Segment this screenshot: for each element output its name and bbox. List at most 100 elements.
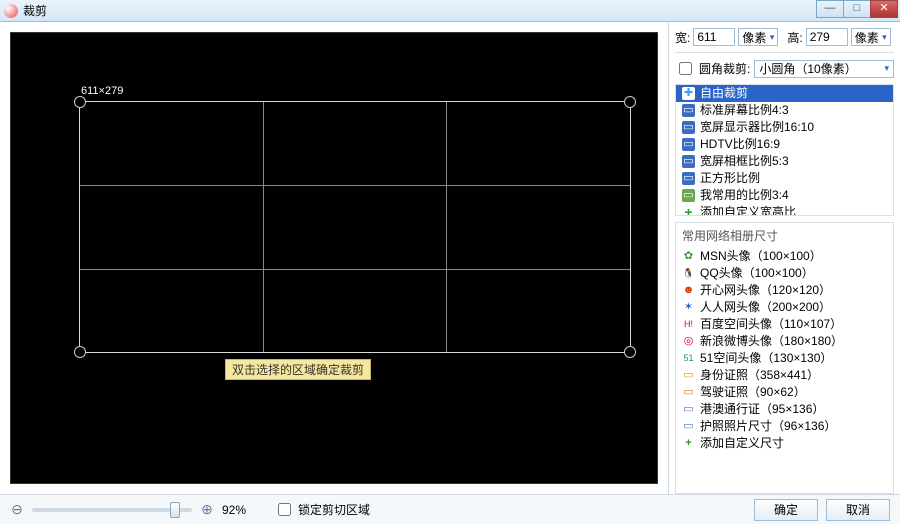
ratio-item[interactable]: ▭ 宽屏显示器比例16:10 bbox=[676, 119, 893, 136]
ratio-item[interactable]: ▭正方形比例 bbox=[676, 170, 893, 187]
ratio-item-label: HDTV比例16:9 bbox=[700, 137, 780, 152]
preset-item-label: 护照照片尺寸（96×136） bbox=[700, 419, 836, 434]
ratio-item-label: 标准屏幕比例4:3 bbox=[700, 103, 789, 118]
crop-handle-bl[interactable] bbox=[74, 346, 86, 358]
preset-item[interactable]: 51 51空间头像（130×130） bbox=[676, 350, 893, 367]
preset-icon: 🐧 bbox=[682, 267, 695, 280]
close-button[interactable]: ✕ bbox=[870, 0, 898, 18]
preset-item-label: 51空间头像（130×130） bbox=[700, 351, 832, 366]
preset-item[interactable]: ▭ 驾驶证照（90×62） bbox=[676, 384, 893, 401]
plus-icon: + bbox=[682, 437, 695, 450]
crop-rectangle[interactable] bbox=[79, 101, 631, 353]
preset-item[interactable]: ▭ 身份证照（358×441） bbox=[676, 367, 893, 384]
titlebar: 裁剪 — □ ✕ bbox=[0, 0, 900, 22]
ratio-item-label: 我常用的比例3:4 bbox=[700, 188, 789, 203]
canvas-area: 611×279 双击选择的区域确定裁剪 bbox=[0, 22, 668, 494]
ratio-icon: ✚ bbox=[682, 87, 695, 100]
aspect-ratio-list: ✚自由裁剪▭标准屏幕比例4:3▭宽屏显示器比例16:10▭HDTV比例16:9▭… bbox=[675, 84, 894, 216]
height-label: 高: bbox=[787, 29, 802, 46]
image-canvas[interactable]: 611×279 双击选择的区域确定裁剪 bbox=[10, 32, 658, 484]
preset-icon: 51 bbox=[682, 352, 695, 365]
zoom-percent-label: 92% bbox=[222, 503, 246, 517]
preset-size-list: 常用网络相册尺寸 ✿ MSN头像（100×100） 🐧 QQ头像（100×100） ☻ 开… bbox=[675, 222, 894, 494]
preset-icon: ▭ bbox=[682, 369, 695, 382]
round-corner-checkbox[interactable] bbox=[679, 62, 692, 75]
dimension-row: 宽: 像素▾ 高: 像素▾ bbox=[675, 28, 894, 46]
preset-item[interactable]: ▭ 护照照片尺寸（96×136） bbox=[676, 418, 893, 435]
crop-handle-tr[interactable] bbox=[624, 96, 636, 108]
preset-item-label: 人人网头像（200×200） bbox=[700, 300, 831, 315]
ratio-icon: ▭ bbox=[682, 189, 695, 202]
ratio-item-label: 自由裁剪 bbox=[700, 86, 748, 101]
cancel-button[interactable]: 取消 bbox=[826, 499, 890, 521]
ratio-item-label: 宽屏显示器比例16:10 bbox=[700, 120, 814, 135]
ratio-icon: ▭ bbox=[682, 138, 695, 151]
ratio-item[interactable]: + 添加自定义宽高比 bbox=[676, 204, 893, 216]
ratio-item[interactable]: ▭ 标准屏幕比例4:3 bbox=[676, 102, 893, 119]
preset-icon: ☻ bbox=[682, 284, 695, 297]
crop-dimension-label: 611×279 bbox=[81, 85, 123, 97]
ratio-icon: ▭ bbox=[682, 104, 695, 117]
preset-item-label: 开心网头像（120×120） bbox=[700, 283, 831, 298]
preset-icon: ✿ bbox=[682, 250, 695, 263]
ratio-item-label: 添加自定义宽高比 bbox=[700, 205, 796, 216]
preset-item[interactable]: ▭ 港澳通行证（95×136） bbox=[676, 401, 893, 418]
ratio-item[interactable]: ▭ HDTV比例16:9 bbox=[676, 136, 893, 153]
preset-list-header: 常用网络相册尺寸 bbox=[676, 223, 893, 248]
preset-item-label: MSN头像（100×100） bbox=[700, 249, 822, 264]
preset-icon: ▭ bbox=[682, 420, 695, 433]
zoom-slider-thumb[interactable] bbox=[170, 502, 180, 518]
preset-item[interactable]: ☻ 开心网头像（120×120） bbox=[676, 282, 893, 299]
preset-item-label: 添加自定义尺寸 bbox=[700, 436, 784, 451]
crop-hint-tooltip: 双击选择的区域确定裁剪 bbox=[225, 359, 371, 380]
preset-item-label: 驾驶证照（90×62） bbox=[700, 385, 806, 400]
ratio-icon: ▭ bbox=[682, 155, 695, 168]
plus-icon: + bbox=[682, 206, 695, 216]
preset-icon: ✶ bbox=[682, 301, 695, 314]
round-corner-select[interactable]: 小圆角（10像素）▾ bbox=[754, 60, 894, 78]
ratio-icon: ▭ bbox=[682, 121, 695, 134]
preset-item[interactable]: ✶ 人人网头像（200×200） bbox=[676, 299, 893, 316]
width-unit-select[interactable]: 像素▾ bbox=[738, 28, 778, 46]
crop-handle-br[interactable] bbox=[624, 346, 636, 358]
ratio-item[interactable]: ▭ 宽屏相框比例5:3 bbox=[676, 153, 893, 170]
ratio-item[interactable]: ▭ 我常用的比例3:4 bbox=[676, 187, 893, 204]
preset-item-label: 身份证照（358×441） bbox=[700, 368, 819, 383]
preset-item[interactable]: ◎ 新浪微博头像（180×180） bbox=[676, 333, 893, 350]
minimize-button[interactable]: — bbox=[816, 0, 844, 18]
height-input[interactable] bbox=[806, 28, 848, 46]
zoom-slider[interactable] bbox=[32, 508, 192, 512]
ok-button[interactable]: 确定 bbox=[754, 499, 818, 521]
ratio-item[interactable]: ✚ 自由裁剪 bbox=[676, 85, 893, 102]
crop-handle-tl[interactable] bbox=[74, 96, 86, 108]
zoom-in-icon[interactable]: ⊕ bbox=[200, 503, 214, 517]
preset-item-label: QQ头像（100×100） bbox=[700, 266, 814, 281]
sidebar: 宽: 像素▾ 高: 像素▾ 圆角裁剪: 小圆角（10像素）▾ ✚ 自由裁剪 ▭ 标准屏… bbox=[668, 22, 900, 494]
preset-icon: ◎ bbox=[682, 335, 695, 348]
preset-item-label: 港澳通行证（95×136） bbox=[700, 402, 824, 417]
ratio-icon: ▭ bbox=[682, 172, 695, 185]
chevron-down-icon: ▾ bbox=[882, 32, 887, 43]
maximize-button[interactable]: □ bbox=[843, 0, 871, 18]
ratio-item-label: 宽屏相框比例5:3 bbox=[700, 154, 789, 169]
round-corner-label: 圆角裁剪: bbox=[699, 60, 750, 77]
preset-item-label: 百度空间头像（110×107） bbox=[700, 317, 842, 332]
chevron-down-icon: ▾ bbox=[770, 32, 775, 43]
window-controls: — □ ✕ bbox=[817, 0, 898, 18]
app-icon bbox=[4, 4, 18, 18]
preset-item[interactable]: H! 百度空间头像（110×107） bbox=[676, 316, 893, 333]
chevron-down-icon: ▾ bbox=[884, 63, 889, 74]
preset-item[interactable]: ✿ MSN头像（100×100） bbox=[676, 248, 893, 265]
footer: ⊖ ⊕ 92% 锁定剪切区域 确定 取消 bbox=[0, 494, 900, 524]
preset-icon: H! bbox=[682, 318, 695, 331]
lock-crop-label: 锁定剪切区域 bbox=[298, 501, 370, 518]
preset-item[interactable]: + 添加自定义尺寸 bbox=[676, 435, 893, 452]
width-input[interactable] bbox=[693, 28, 735, 46]
lock-crop-checkbox[interactable] bbox=[278, 503, 291, 516]
preset-item[interactable]: 🐧 QQ头像（100×100） bbox=[676, 265, 893, 282]
preset-icon: ▭ bbox=[682, 403, 695, 416]
zoom-out-icon[interactable]: ⊖ bbox=[10, 503, 24, 517]
preset-item-label: 新浪微博头像（180×180） bbox=[700, 334, 843, 349]
height-unit-select[interactable]: 像素▾ bbox=[851, 28, 891, 46]
preset-icon: ▭ bbox=[682, 386, 695, 399]
